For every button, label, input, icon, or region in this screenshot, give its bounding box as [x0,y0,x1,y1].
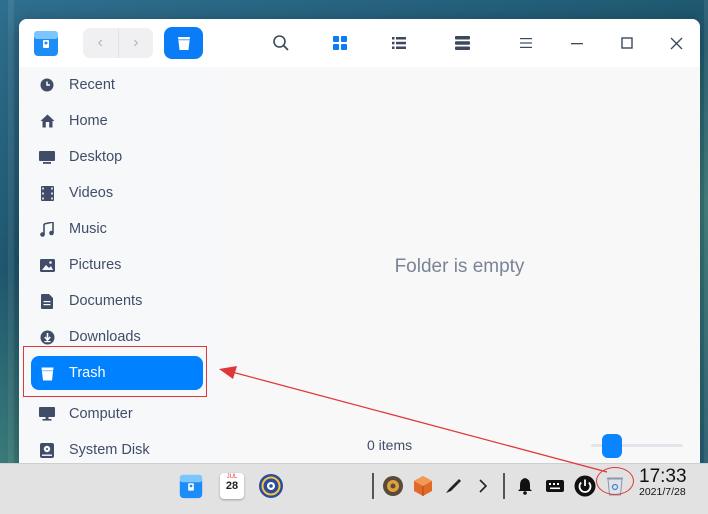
picture-icon [39,257,55,273]
maximize-icon [621,37,633,49]
clock-icon [39,77,55,93]
menu-icon [520,38,532,48]
calendar-dock-icon[interactable]: JUL 28 [217,471,247,501]
notification-bell-icon[interactable] [510,471,540,501]
grid-view-button[interactable] [328,31,352,55]
home-icon [39,113,55,129]
maximize-button[interactable] [615,31,639,55]
main-menu-button[interactable] [514,31,538,55]
chevron-left-icon: ‹ [97,34,103,51]
sidebar-item-label: System Disk [69,442,150,458]
sidebar-item-label: Music [69,221,107,237]
file-view[interactable]: Folder is empty 0 items [219,67,700,463]
chevron-right-icon: › [133,34,139,51]
close-button[interactable] [664,31,688,55]
settings-dock-icon[interactable] [256,471,286,501]
minimize-button[interactable] [565,31,589,55]
sidebar-item-desktop[interactable]: Desktop [31,140,203,174]
file-manager-app-icon[interactable] [31,28,61,58]
list-view-icon [392,37,406,49]
tray-app-icon[interactable] [378,471,408,501]
sidebar-item-label: Pictures [69,257,122,273]
keyboard-icon[interactable] [540,471,570,501]
icon-size-slider-handle[interactable] [602,434,622,458]
sidebar-item-label: Recent [69,77,115,93]
clock-time[interactable]: 17:33 [639,466,687,488]
file-manager-window: ‹ › Recent Home Desktop Videos Music Pic… [19,19,700,463]
sidebar-item-system-disk[interactable]: System Disk [31,433,203,463]
titlebar: ‹ › [19,19,700,67]
sidebar-item-label: Videos [69,185,114,201]
tray-separator [503,473,505,499]
clock-date[interactable]: 2021/7/28 [639,486,686,498]
monitor-icon [39,406,55,422]
sidebar-item-home[interactable]: Home [31,104,203,138]
trash-dock-icon[interactable] [600,471,630,501]
trash-icon [39,365,55,381]
breadcrumb-trash-button[interactable] [164,27,203,59]
minimize-icon [571,43,583,45]
sidebar-item-label: Downloads [69,329,141,345]
list-view-button[interactable] [387,31,411,55]
pen-icon[interactable] [438,471,468,501]
sidebar-item-music[interactable]: Music [31,212,203,246]
download-icon [39,329,55,345]
search-icon [273,35,289,51]
desktop-background [704,0,708,513]
chevron-right-icon[interactable] [468,471,498,501]
file-manager-dock-icon[interactable] [176,471,206,501]
desktop-icon [39,149,55,165]
item-count: 0 items [367,437,413,453]
sidebar-item-label: Home [69,113,108,129]
sidebar-item-label: Documents [69,293,143,309]
power-icon[interactable] [570,471,600,501]
sidebar-item-label: Desktop [69,149,123,165]
sidebar-item-label: Trash [69,365,106,381]
close-icon [670,37,682,49]
sidebar-item-trash[interactable]: Trash [31,356,203,390]
sidebar-item-documents[interactable]: Documents [31,284,203,318]
desktop-background [8,0,14,513]
package-icon[interactable] [408,471,438,501]
trash-icon [177,37,190,50]
forward-button[interactable]: › [117,28,154,58]
gear-icon [259,474,283,498]
grid-view-icon [333,36,347,50]
sidebar-item-recent[interactable]: Recent [31,68,203,102]
disk-icon [39,442,55,458]
sidebar-item-downloads[interactable]: Downloads [31,320,203,354]
dock-separator [372,473,374,499]
music-note-icon [39,221,55,237]
sidebar-item-label: Computer [69,406,133,422]
detail-view-button[interactable] [450,31,474,55]
detail-view-icon [454,36,470,50]
navigation-buttons: ‹ › [83,28,153,58]
taskbar: JUL 28 17:33 2021/7/28 [0,463,708,514]
film-icon [39,185,55,201]
search-button[interactable] [269,31,293,55]
back-button[interactable]: ‹ [83,28,118,58]
calendar-day: 28 [225,480,239,492]
sidebar-item-pictures[interactable]: Pictures [31,248,203,282]
document-icon [39,293,55,309]
trash-icon [607,477,623,496]
sidebar-item-computer[interactable]: Computer [31,397,203,431]
sidebar-item-videos[interactable]: Videos [31,176,203,210]
empty-folder-message: Folder is empty [394,256,525,277]
sidebar: Recent Home Desktop Videos Music Picture… [19,67,219,463]
